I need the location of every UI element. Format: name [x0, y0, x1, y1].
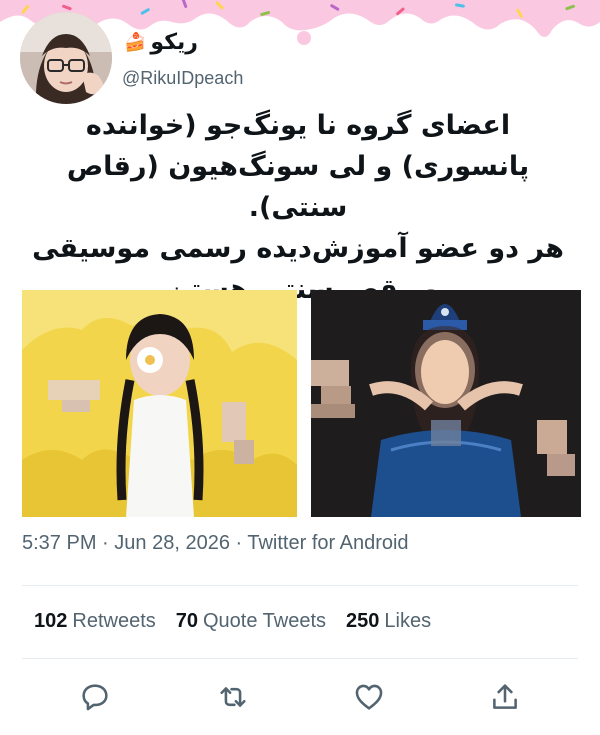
- tweet-text: اعضای گروه نا یونگ‌جو (خواننده پانسوری) …: [20, 105, 576, 310]
- likes-stat[interactable]: 250 Likes: [346, 610, 431, 633]
- tweet-media-right[interactable]: [311, 290, 581, 517]
- action-bar: [0, 672, 600, 720]
- meta-separator: ·: [235, 532, 243, 554]
- likes-count: 250: [346, 610, 380, 632]
- photo-blue-dress: [311, 290, 581, 517]
- tweet-source[interactable]: Twitter for Android: [247, 532, 408, 554]
- tweet-line: اعضای گروه نا یونگ‌جو (خواننده: [85, 110, 511, 141]
- likes-label: Likes: [384, 610, 432, 632]
- tweet-line: پانسوری) و لی سونگ‌هیون (رقاص سنتی).: [66, 151, 530, 223]
- tweet-time[interactable]: 5:37 PM: [22, 532, 96, 554]
- quotes-count: 70: [175, 610, 198, 632]
- avatar[interactable]: [20, 12, 112, 104]
- meta-separator: ·: [102, 532, 109, 554]
- quotes-label: Quote Tweets: [203, 610, 327, 632]
- retweets-stat[interactable]: 102 Retweets: [34, 610, 156, 633]
- cake-emoji-icon: 🍰: [124, 32, 147, 53]
- tweet-timestamp: 5:37 PM · Jun 28, 2026 · Twitter for And…: [22, 532, 409, 555]
- like-icon[interactable]: [352, 680, 386, 714]
- photo-yellow-background: [22, 290, 297, 517]
- display-name-text: ریکو: [150, 30, 198, 55]
- divider: [22, 658, 578, 659]
- quotes-stat[interactable]: 70 Quote Tweets: [176, 610, 326, 633]
- tweet-stats: 102 Retweets 70 Quote Tweets 250 Likes: [34, 610, 431, 633]
- user-handle[interactable]: @RikuIDpeach: [122, 68, 243, 89]
- share-icon[interactable]: [488, 680, 522, 714]
- divider: [22, 585, 578, 586]
- display-name[interactable]: ریکو 🍰: [124, 30, 198, 55]
- reply-icon[interactable]: [78, 680, 112, 714]
- profile-photo: [20, 12, 112, 104]
- retweets-label: Retweets: [72, 610, 156, 632]
- retweets-count: 102: [34, 610, 68, 632]
- tweet-date[interactable]: Jun 28, 2026: [114, 532, 230, 554]
- tweet-line: هر دو عضو آموزش‌دیده رسمی موسیقی: [32, 233, 564, 264]
- tweet-media-left[interactable]: [22, 290, 297, 517]
- retweet-icon[interactable]: [216, 680, 250, 714]
